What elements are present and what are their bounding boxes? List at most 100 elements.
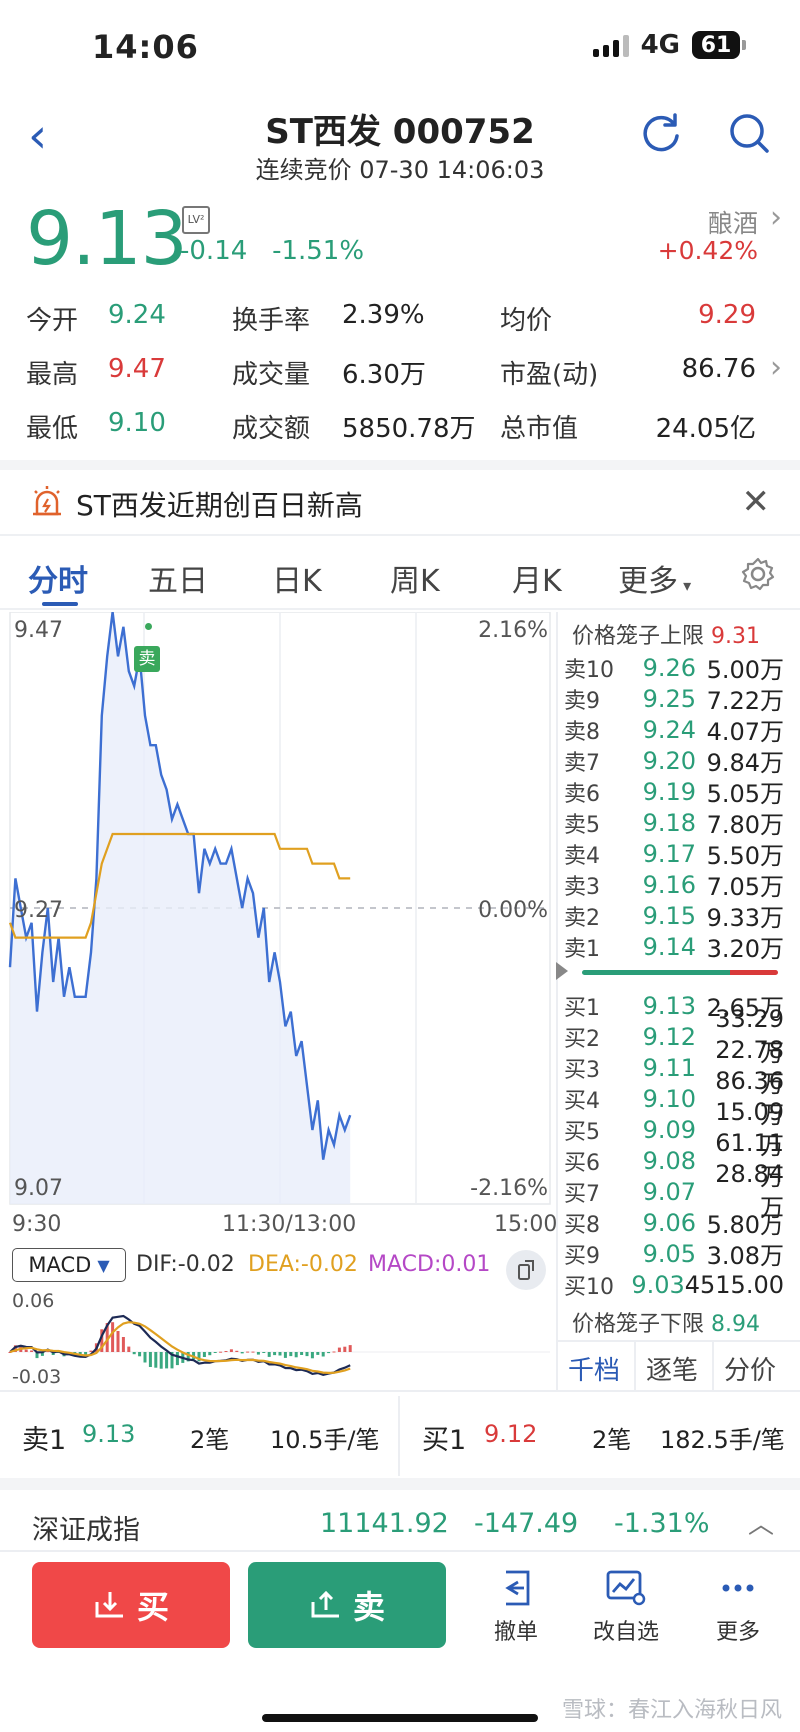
- home-indicator[interactable]: [262, 1714, 538, 1722]
- bid-level-row[interactable]: 买7 9.07 28.84万: [564, 1160, 784, 1222]
- macd-bar: [154, 1352, 158, 1368]
- tab-week-k[interactable]: 周K: [390, 556, 440, 600]
- tab-price-dist[interactable]: 分价: [724, 1350, 776, 1387]
- tab-more[interactable]: 更多 ▾: [618, 556, 691, 600]
- buy-button[interactable]: 买: [32, 1562, 230, 1648]
- news-banner[interactable]: ST西发近期创百日新高: [76, 484, 363, 524]
- bid-level-row[interactable]: 买10 9.03 4515.00: [564, 1269, 784, 1300]
- ask-level-row[interactable]: 卖4 9.17 5.50万: [564, 838, 784, 871]
- pe-label: 市盈(动): [500, 360, 599, 390]
- level-volume: 4515.00: [684, 1270, 784, 1299]
- level-label: 卖3: [564, 874, 600, 900]
- level-price: 9.26: [642, 653, 696, 682]
- bid-level-row[interactable]: 买8 9.06 5.80万: [564, 1207, 784, 1240]
- ask-level-row[interactable]: 卖10 9.26 5.00万: [564, 652, 784, 685]
- ask-level-row[interactable]: 卖6 9.19 5.05万: [564, 776, 784, 809]
- edit-watchlist-button[interactable]: 改自选: [576, 1568, 676, 1646]
- dea-line: [9, 1321, 351, 1375]
- chevron-right-icon[interactable]: ›: [770, 350, 782, 385]
- collapse-arrow-icon[interactable]: [556, 962, 568, 980]
- price-change: -0.14 -1.51%: [180, 236, 364, 266]
- macd-bar: [111, 1322, 115, 1352]
- tab-day-k[interactable]: 日K: [272, 556, 322, 600]
- macd-bar: [337, 1347, 341, 1352]
- index-change: -147.49: [474, 1508, 579, 1539]
- volume-value: 6.30万: [342, 360, 426, 390]
- divider: [0, 608, 800, 610]
- divider: [556, 1340, 800, 1342]
- level-price: 9.14: [642, 932, 696, 961]
- level-volume: 5.50万: [706, 842, 784, 870]
- level-price: 9.20: [642, 746, 696, 775]
- index-name[interactable]: 深证成指: [32, 1508, 140, 1547]
- level-label: 卖2: [564, 905, 600, 931]
- search-icon[interactable]: [726, 110, 772, 156]
- tab-five-day[interactable]: 五日: [148, 556, 208, 600]
- ask-level-row[interactable]: 卖9 9.25 7.22万: [564, 683, 784, 716]
- macd-bar: [159, 1352, 163, 1369]
- macd-bar: [208, 1352, 212, 1356]
- ask-level-row[interactable]: 卖8 9.24 4.07万: [564, 714, 784, 747]
- indicator-select[interactable]: MACD ▼: [12, 1248, 126, 1282]
- tab-tick-by-tick[interactable]: 逐笔: [646, 1350, 698, 1387]
- level2-badge[interactable]: LV²: [182, 206, 210, 234]
- tab-more-label: 更多: [618, 564, 678, 599]
- level-volume: 5.05万: [706, 780, 784, 808]
- price-mid-label: 9.27: [14, 898, 63, 923]
- upper-limit-value: 9.31: [711, 624, 760, 649]
- sell1-avg: 10.5手/笔: [270, 1426, 380, 1454]
- level-price: 9.09: [642, 1115, 696, 1144]
- tab-intraday[interactable]: 分时: [28, 556, 88, 600]
- more-button[interactable]: 更多: [688, 1568, 788, 1646]
- ask-level-row[interactable]: 卖2 9.15 9.33万: [564, 900, 784, 933]
- macd-bar: [289, 1352, 293, 1357]
- level-price: 9.12: [642, 1022, 696, 1051]
- sell-label: 卖: [352, 1588, 385, 1626]
- chevron-right-icon[interactable]: ›: [770, 200, 782, 235]
- buy1-label: 买1: [422, 1425, 467, 1456]
- lower-limit-label: 价格笼子下限: [572, 1312, 705, 1337]
- rotate-screen-icon[interactable]: [506, 1250, 546, 1290]
- macd-bar: [348, 1345, 352, 1352]
- chevron-up-icon[interactable]: ︿: [748, 1504, 774, 1541]
- more-icon: [722, 1584, 754, 1592]
- ask-level-row[interactable]: 卖7 9.20 9.84万: [564, 745, 784, 778]
- level-volume: 3.08万: [706, 1242, 784, 1270]
- level-volume: 9.84万: [706, 749, 784, 777]
- sell-button[interactable]: 卖: [248, 1562, 446, 1648]
- amount-label: 成交额: [232, 414, 311, 444]
- macd-bar: [246, 1351, 250, 1353]
- sector-change: +0.42%: [657, 236, 758, 265]
- level-label: 卖5: [564, 812, 600, 838]
- level-volume: 4.07万: [706, 718, 784, 746]
- macd-bar: [148, 1352, 152, 1367]
- ask-level-row[interactable]: 卖5 9.18 7.80万: [564, 807, 784, 840]
- macd-bar: [143, 1352, 147, 1363]
- high-value: 9.47: [108, 354, 166, 384]
- ask-level-row[interactable]: 卖3 9.16 7.05万: [564, 869, 784, 902]
- tab-thousand-levels[interactable]: 千档: [568, 1350, 620, 1387]
- tab-month-k[interactable]: 月K: [512, 556, 562, 600]
- time-mid-label: 11:30/13:00: [222, 1212, 357, 1237]
- bid-level-row[interactable]: 买9 9.05 3.08万: [564, 1238, 784, 1271]
- cancel-order-button[interactable]: 撤单: [466, 1568, 566, 1646]
- divider: [712, 1342, 714, 1390]
- close-icon[interactable]: ✕: [742, 482, 771, 522]
- level-label: 卖8: [564, 719, 600, 745]
- level-label: 卖1: [564, 936, 600, 962]
- macd-chart: [8, 1314, 550, 1377]
- low-value: 9.10: [108, 408, 166, 438]
- divider: [556, 612, 558, 1390]
- macd-bar: [235, 1350, 239, 1352]
- intraday-chart[interactable]: [0, 612, 556, 1232]
- refresh-icon[interactable]: [638, 110, 684, 156]
- price-bottom-label: 9.07: [14, 1176, 63, 1201]
- gear-icon[interactable]: [740, 556, 776, 592]
- sector-link[interactable]: 酿酒: [708, 204, 758, 240]
- ask-level-row[interactable]: 卖1 9.14 3.20万: [564, 931, 784, 964]
- level-volume: 5.00万: [706, 656, 784, 684]
- sell-marker[interactable]: 卖: [134, 646, 160, 672]
- sell-icon: [311, 1590, 339, 1618]
- level-label: 买10: [564, 1274, 614, 1300]
- sector-name: 酿酒: [707, 209, 758, 238]
